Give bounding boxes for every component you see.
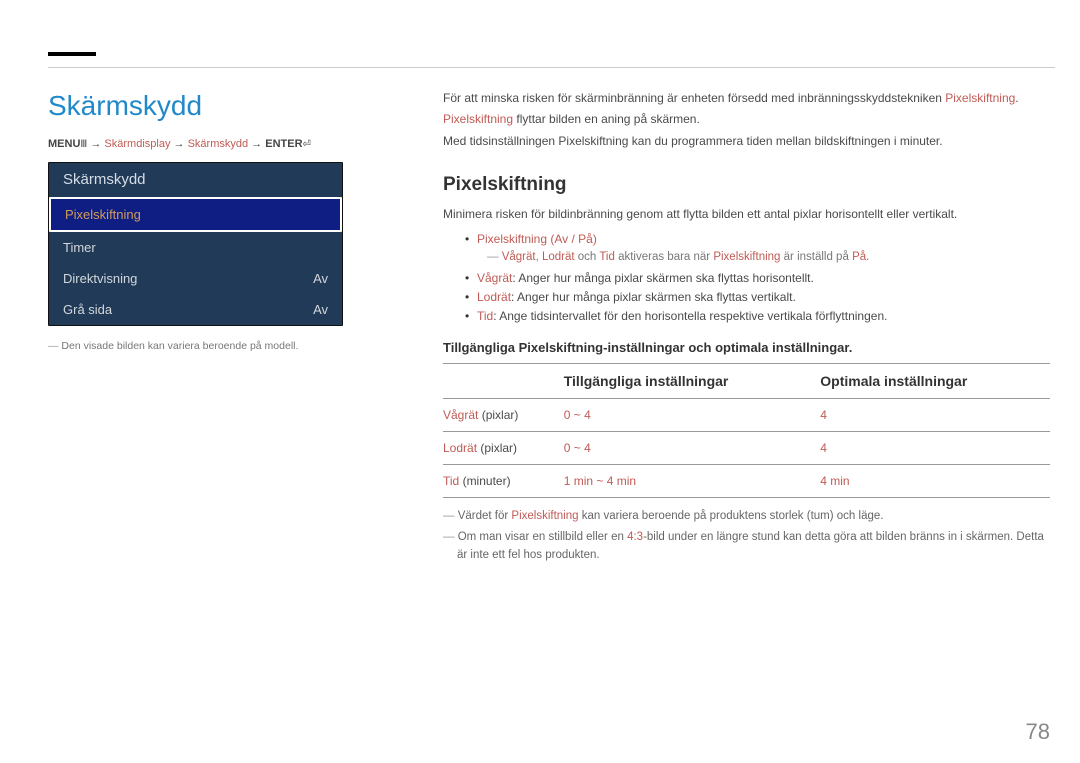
text: är inställd på (780, 251, 852, 263)
page-container: Skärmskydd MENU Ⅲ → Skärmdisplay → Skärm… (48, 90, 1050, 713)
bullet-list-2: Vågrät: Anger hur många pixlar skärmen s… (465, 269, 1050, 327)
top-accent-bar (48, 52, 96, 56)
table-row: Lodrät (pixlar) 0 ~ 4 4 (443, 432, 1050, 465)
bullet-rest: : Ange tidsintervallet för den horisonte… (493, 309, 887, 323)
right-column: För att minska risken för skärminbrännin… (443, 90, 1050, 565)
breadcrumb-p2: Skärmskydd (188, 138, 249, 150)
table-header-empty (443, 364, 564, 399)
top-divider (48, 67, 1055, 68)
text: Vågrät (502, 251, 536, 263)
breadcrumb: MENU Ⅲ → Skärmdisplay → Skärmskydd → ENT… (48, 138, 343, 150)
left-column: Skärmskydd MENU Ⅲ → Skärmdisplay → Skärm… (48, 90, 343, 352)
cell-optimal: 4 (820, 432, 1050, 465)
table-header-available: Tillgängliga inställningar (564, 364, 821, 399)
table-header-row: Tillgängliga inställningar Optimala inst… (443, 364, 1050, 399)
section-title: Pixelskiftning (443, 174, 1050, 196)
tv-item-timer[interactable]: Timer (49, 232, 342, 263)
tv-item-label: Timer (63, 240, 96, 255)
bullet-rest: (Av / På) (547, 232, 597, 246)
sub-heading: Tillgängliga Pixelskiftning-inställninga… (443, 340, 1050, 355)
intro-p3: Med tidsinställningen Pixelskiftning kan… (443, 133, 1050, 150)
bullet-rest: : Anger hur många pixlar skärmen ska fly… (512, 271, 813, 285)
tv-item-value: Av (313, 271, 328, 286)
breadcrumb-p1: Skärmdisplay (104, 138, 170, 150)
intro-p1: För att minska risken för skärminbrännin… (443, 90, 1050, 107)
list-item: Lodrät: Anger hur många pixlar skärmen s… (465, 288, 1050, 307)
tv-item-value: Av (313, 302, 328, 317)
text: Pixelskiftning (511, 510, 578, 522)
text: . (1015, 91, 1018, 105)
pixelskiftning-term: Pixelskiftning (443, 112, 513, 126)
bullet-hl: Vågrät (477, 271, 512, 285)
page-number: 78 (1026, 719, 1050, 745)
bullet-hl: Lodrät (477, 290, 511, 304)
breadcrumb-menu: MENU (48, 138, 80, 150)
cell-label: Lodrät (pixlar) (443, 432, 564, 465)
tv-item-label: Grå sida (63, 302, 112, 317)
tv-item-gra-sida[interactable]: Grå sida Av (49, 294, 342, 325)
cell-available: 1 min ~ 4 min (564, 465, 821, 498)
tv-item-pixelskiftning[interactable]: Pixelskiftning (49, 197, 342, 232)
bullet-hl: Tid (477, 309, 493, 323)
table-header-optimal: Optimala inställningar (820, 364, 1050, 399)
cell-label: Tid (minuter) (443, 465, 564, 498)
tv-item-label: Pixelskiftning (65, 207, 141, 222)
cell-label: Vågrät (pixlar) (443, 399, 564, 432)
table-row: Tid (minuter) 1 min ~ 4 min 4 min (443, 465, 1050, 498)
text: Lodrät (542, 251, 575, 263)
list-item: Pixelskiftning (Av / På) (465, 230, 1050, 249)
bottom-notes: Värdet för Pixelskiftning kan variera be… (443, 508, 1050, 564)
text: Lodrät (443, 441, 477, 455)
tv-menu-header: Skärmskydd (49, 163, 342, 197)
left-footnote: Den visade bilden kan variera beroende p… (48, 340, 343, 352)
cell-optimal: 4 min (820, 465, 1050, 498)
text: Tid (443, 474, 459, 488)
cell-available: 0 ~ 4 (564, 432, 821, 465)
text: Pixelskiftning (713, 251, 780, 263)
enter-icon: ⏎ (303, 139, 311, 150)
text: flyttar bilden en aning på skärmen. (513, 112, 700, 126)
text: På (852, 251, 866, 263)
cell-available: 0 ~ 4 (564, 399, 821, 432)
note-2: Om man visar en stillbild eller en 4:3-b… (457, 529, 1050, 565)
note-1: Värdet för Pixelskiftning kan variera be… (457, 508, 1050, 526)
bullet-hl: Pixelskiftning (477, 232, 547, 246)
text: Värdet för (458, 510, 512, 522)
tv-item-direktvisning[interactable]: Direktvisning Av (49, 263, 342, 294)
text: (pixlar) (478, 408, 518, 422)
sub-note: Vågrät, Lodrät och Tid aktiveras bara nä… (487, 251, 1050, 263)
bullet-list-1: Pixelskiftning (Av / På) (465, 230, 1050, 249)
section-desc: Minimera risken för bildinbränning genom… (443, 206, 1050, 223)
pixelskiftning-term: Pixelskiftning (945, 91, 1015, 105)
text: För att minska risken för skärminbrännin… (443, 91, 945, 105)
table-row: Vågrät (pixlar) 0 ~ 4 4 (443, 399, 1050, 432)
bullet-rest: : Anger hur många pixlar skärmen ska fly… (511, 290, 796, 304)
text: Om man visar en stillbild eller en (458, 531, 627, 543)
intro-p2: Pixelskiftning flyttar bilden en aning p… (443, 111, 1050, 128)
cell-optimal: 4 (820, 399, 1050, 432)
text: aktiveras bara när (615, 251, 713, 263)
text: . (866, 251, 869, 263)
text: 4:3 (627, 531, 643, 543)
text: Vågrät (443, 408, 478, 422)
main-title: Skärmskydd (48, 90, 343, 122)
tv-menu-panel: Skärmskydd Pixelskiftning Timer Direktvi… (48, 162, 343, 326)
menu-icon: Ⅲ (80, 139, 87, 150)
tv-item-label: Direktvisning (63, 271, 137, 286)
text: Tid (599, 251, 615, 263)
settings-table: Tillgängliga inställningar Optimala inst… (443, 363, 1050, 498)
text: kan variera beroende på produktens storl… (579, 510, 884, 522)
text: (pixlar) (477, 441, 517, 455)
breadcrumb-enter: ENTER (265, 138, 302, 150)
list-item: Vågrät: Anger hur många pixlar skärmen s… (465, 269, 1050, 288)
text: (minuter) (459, 474, 510, 488)
list-item: Tid: Ange tidsintervallet för den horiso… (465, 307, 1050, 326)
